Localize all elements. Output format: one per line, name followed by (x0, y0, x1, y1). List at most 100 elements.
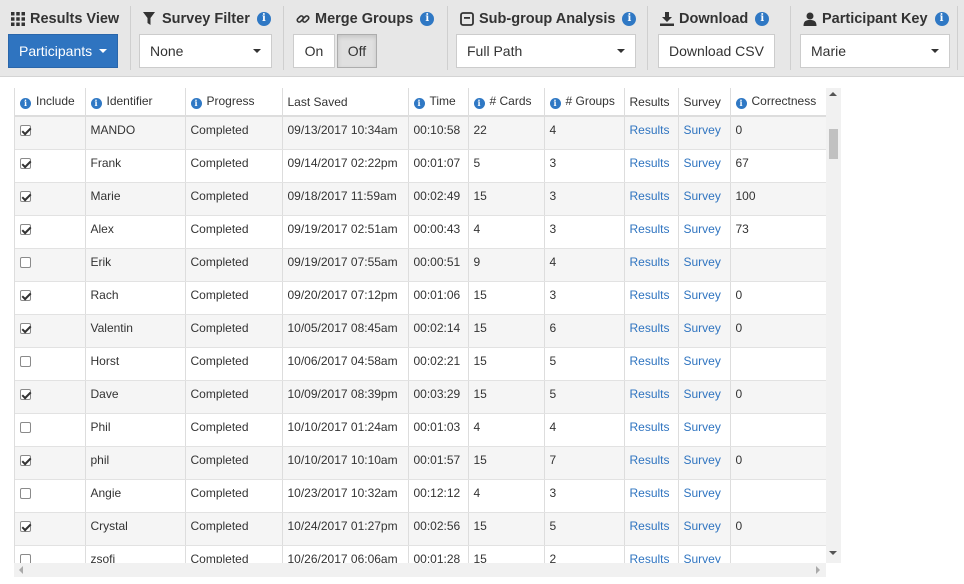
scroll-left-arrow-icon[interactable] (19, 566, 23, 574)
survey-link[interactable]: Survey (684, 453, 721, 467)
include-checkbox[interactable] (20, 454, 31, 466)
column-header-correctness[interactable]: i Correctness (730, 88, 828, 117)
info-icon[interactable]: i (934, 12, 949, 26)
scroll-right-arrow-icon[interactable] (816, 566, 820, 574)
include-checkbox[interactable] (20, 289, 31, 301)
identifier-cell: zsofi (85, 545, 186, 563)
info-icon[interactable]: i (190, 98, 202, 109)
survey-filter-dropdown[interactable]: None (139, 34, 272, 68)
results-cell: Results (624, 512, 679, 546)
column-header-progress[interactable]: i Progress (185, 88, 283, 117)
survey-link[interactable]: Survey (684, 387, 721, 401)
column-header-identifier[interactable]: i Identifier (85, 88, 186, 117)
info-icon[interactable]: i (420, 12, 435, 26)
results-link[interactable]: Results (630, 321, 670, 335)
groups-cell: 3 (544, 215, 625, 249)
results-cell: Results (624, 413, 679, 447)
info-icon[interactable]: i (549, 98, 561, 109)
column-header-cards[interactable]: i # Cards (468, 88, 545, 117)
survey-link[interactable]: Survey (684, 420, 721, 434)
info-icon[interactable]: i (20, 98, 31, 109)
subgroup-analysis-dropdown[interactable]: Full Path (456, 34, 636, 68)
include-cell (15, 116, 86, 150)
survey-link[interactable]: Survey (684, 156, 721, 170)
results-view-label: Results View (11, 10, 119, 28)
results-link[interactable]: Results (630, 552, 670, 564)
column-header-groups[interactable]: i # Groups (544, 88, 625, 117)
survey-link[interactable]: Survey (684, 519, 721, 533)
survey-link[interactable]: Survey (684, 552, 721, 564)
include-checkbox[interactable] (20, 388, 31, 400)
groups-cell: 4 (544, 248, 625, 282)
include-checkbox[interactable] (20, 125, 31, 136)
include-checkbox[interactable] (20, 256, 31, 268)
info-icon[interactable]: i (473, 98, 485, 109)
include-checkbox[interactable] (20, 190, 31, 202)
include-checkbox[interactable] (20, 520, 31, 532)
survey-link[interactable]: Survey (684, 255, 721, 269)
column-header-time[interactable]: i Time (408, 88, 469, 117)
vertical-scrollbar[interactable] (826, 88, 841, 563)
results-link[interactable]: Results (630, 453, 670, 467)
results-link[interactable]: Results (630, 354, 670, 368)
include-checkbox[interactable] (20, 157, 31, 169)
groups-cell: 3 (544, 479, 625, 513)
info-icon[interactable]: i (90, 98, 102, 109)
merge-off-button[interactable]: Off (337, 34, 377, 68)
info-icon[interactable]: i (256, 12, 271, 26)
horizontal-scrollbar[interactable] (14, 563, 826, 577)
last-saved-cell: 10/10/2017 10:10am (287, 452, 398, 467)
vertical-scroll-thumb[interactable] (829, 129, 838, 159)
column-header-include[interactable]: i Include (15, 88, 86, 117)
results-link[interactable]: Results (630, 222, 670, 236)
time-cell: 00:00:51 (408, 248, 469, 282)
results-link[interactable]: Results (630, 288, 670, 302)
results-link[interactable]: Results (630, 255, 670, 269)
column-header-results[interactable]: Results (624, 88, 679, 117)
survey-link[interactable]: Survey (684, 123, 721, 137)
include-checkbox[interactable] (20, 553, 31, 563)
results-view-dropdown[interactable]: Participants (8, 34, 118, 68)
info-icon[interactable]: i (413, 98, 425, 109)
survey-link[interactable]: Survey (684, 354, 721, 368)
info-icon[interactable]: i (622, 12, 637, 26)
results-link[interactable]: Results (630, 387, 670, 401)
survey-link[interactable]: Survey (684, 486, 721, 500)
last-saved-cell: 10/05/2017 08:45am (282, 314, 409, 348)
survey-link[interactable]: Survey (684, 222, 721, 236)
correctness-cell: 67 (730, 149, 828, 183)
info-icon[interactable]: i (755, 12, 770, 26)
scroll-down-arrow-icon[interactable] (829, 551, 837, 555)
time-cell: 00:12:12 (413, 485, 461, 500)
include-checkbox[interactable] (20, 355, 31, 367)
identifier-cell: Marie (90, 188, 121, 203)
participant-key-dropdown[interactable]: Marie (800, 34, 950, 68)
download-csv-button[interactable]: Download CSV (658, 34, 775, 68)
results-link[interactable]: Results (630, 486, 670, 500)
include-checkbox[interactable] (20, 421, 31, 433)
survey-link[interactable]: Survey (684, 288, 721, 302)
include-checkbox[interactable] (20, 322, 31, 334)
progress-cell: Completed (185, 314, 283, 348)
groups-cell: 2 (544, 545, 625, 563)
include-checkbox[interactable] (20, 487, 31, 499)
info-icon[interactable]: i (735, 98, 747, 109)
results-link[interactable]: Results (630, 420, 670, 434)
column-header-last-saved[interactable]: Last Saved (282, 88, 409, 117)
groups-cell: 3 (549, 155, 557, 170)
results-link[interactable]: Results (630, 123, 670, 137)
results-link[interactable]: Results (630, 189, 670, 203)
results-link[interactable]: Results (630, 519, 670, 533)
include-checkbox[interactable] (20, 223, 31, 235)
scroll-up-arrow-icon[interactable] (829, 92, 837, 96)
survey-link[interactable]: Survey (684, 189, 721, 203)
results-link[interactable]: Results (630, 156, 670, 170)
progress-cell: Completed (185, 347, 283, 381)
toolbar-divider (130, 6, 131, 70)
merge-on-button[interactable]: On (293, 34, 335, 68)
results-cell: Results (624, 314, 679, 348)
column-header-survey[interactable]: Survey (678, 88, 731, 117)
survey-link[interactable]: Survey (684, 321, 721, 335)
results-cell: Results (624, 281, 679, 315)
time-cell: 00:10:58 (408, 116, 469, 150)
